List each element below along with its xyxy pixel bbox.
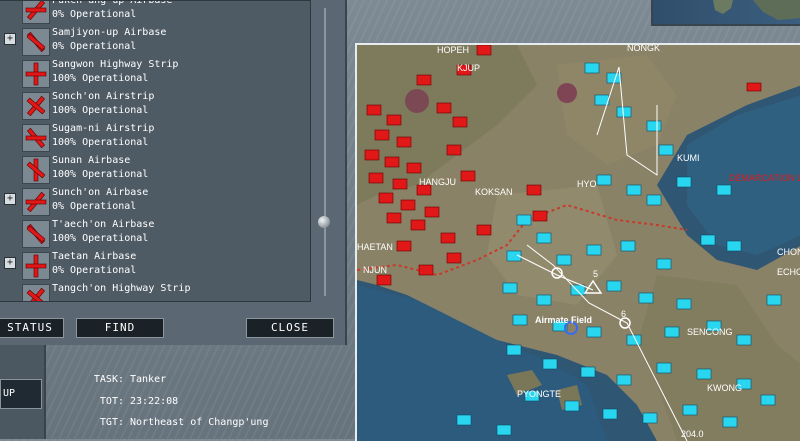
airbase-name: Sangwon Highway Strip — [52, 59, 179, 70]
city-pyongte: PYONGTE — [517, 389, 561, 399]
airbase-icon — [22, 28, 50, 56]
up-button[interactable]: UP — [0, 379, 42, 409]
city-hopeh: HOPEH — [437, 45, 469, 55]
expand-icon[interactable]: + — [4, 257, 16, 269]
airbase-name: Samjiyon-up Airbase — [52, 27, 167, 38]
airbase-icon — [22, 156, 50, 184]
tactical-map[interactable]: Airmate Field 5 6 204.0 KOKSAN HYO KUMI … — [355, 43, 800, 441]
waypoint-6: 6 — [621, 309, 626, 319]
airbase-name: T'aech'on Airbase — [52, 219, 155, 230]
airbase-status: 0% Operational — [52, 41, 137, 52]
airbase-status: 100% Operational — [52, 233, 149, 244]
tgt-label: TGT: — [99, 417, 124, 428]
list-item[interactable]: Sunan Airbase 100% Operational — [0, 153, 310, 185]
list-item[interactable]: T'aech'on Airbase 100% Operational — [0, 217, 310, 249]
city-hangju: HANGJU — [419, 177, 456, 187]
airbase-status: 0% Operational — [52, 201, 137, 212]
tot-label: TOT: — [99, 396, 124, 407]
list-item[interactable]: + Sunch'on Airbase 0% Operational — [0, 185, 310, 217]
airbase-name: Sunch'on Airbase — [52, 187, 149, 198]
minimap[interactable] — [651, 0, 800, 26]
airbase-status: 0% Operational — [52, 265, 137, 276]
airbase-status: 100% Operational — [52, 137, 149, 148]
airbase-icon — [22, 188, 50, 216]
list-item[interactable]: Sugam-ni Airstrip 100% Operational — [0, 121, 310, 153]
city-chong: CHONG — [777, 247, 800, 257]
city-kwong: KWONG — [707, 383, 742, 393]
city-echo: ECHO — [777, 267, 800, 277]
airfield-label: Airmate Field — [535, 315, 592, 325]
list-scrollbar[interactable] — [316, 0, 334, 300]
city-koksan: KOKSAN — [475, 187, 513, 197]
airbase-name: Taetan Airbase — [52, 251, 137, 262]
airbase-status: 0% Operational — [52, 9, 137, 20]
airbase-icon — [22, 284, 50, 301]
airbase-name: Sugam-ni Airstrip — [52, 123, 155, 134]
waypoint-5: 5 — [593, 269, 598, 279]
airbase-name: Tangch'on Highway Strip — [52, 283, 191, 294]
task-label: TASK: — [93, 374, 124, 385]
city-nongk: NONGK — [627, 45, 660, 53]
waypoint-readout: 204.0 — [681, 429, 704, 439]
city-njun: NJUN — [363, 265, 387, 275]
scroll-track[interactable] — [324, 8, 326, 296]
airbase-status: 100% Operational — [52, 73, 149, 84]
list-item[interactable]: Sangwon Highway Strip 100% Operational — [0, 57, 310, 89]
airbase-list-panel: Pukch'ang-up Airbase 0% Operational + Samji… — [0, 0, 347, 345]
airbase-list: Pukch'ang-up Airbase 0% Operational + Samji… — [0, 0, 311, 302]
city-haetan: HAETAN — [357, 242, 393, 252]
airbase-status: 100% Operational — [52, 169, 149, 180]
airbase-icon — [22, 60, 50, 88]
list-item[interactable]: Pukch'ang-up Airbase 0% Operational — [0, 0, 310, 25]
expand-icon[interactable]: + — [4, 33, 16, 45]
expand-icon[interactable]: + — [4, 193, 16, 205]
city-kjup: KJUP — [457, 63, 480, 73]
airbase-icon — [22, 124, 50, 152]
airbase-icon — [22, 92, 50, 120]
airbase-icon — [22, 252, 50, 280]
task-value: Tanker — [130, 374, 167, 385]
find-button[interactable]: FIND — [76, 318, 164, 338]
scroll-thumb[interactable] — [318, 216, 330, 228]
city-hyo: HYO — [577, 179, 597, 189]
airbase-status: 100% Operational — [52, 105, 149, 116]
close-button[interactable]: CLOSE — [246, 318, 334, 338]
status-button[interactable]: STATUS — [0, 318, 64, 338]
city-kumi: KUMI — [677, 153, 700, 163]
list-item[interactable]: Tangch'on Highway Strip — [0, 281, 310, 301]
airbase-name: Sunan Airbase — [52, 155, 131, 166]
airbase-icon — [22, 1, 50, 24]
tgt-value: Northeast of Changp'ung — [130, 417, 269, 428]
tot-value: 23:22:08 — [130, 396, 179, 407]
minimap-graphic — [713, 0, 800, 20]
airbase-icon — [22, 220, 50, 248]
airbase-name: Pukch'ang-up Airbase — [52, 0, 173, 6]
list-item[interactable]: + Taetan Airbase 0% Operational — [0, 249, 310, 281]
list-item[interactable]: + Samjiyon-up Airbase 0% Operational — [0, 25, 310, 57]
list-item[interactable]: Sonch'on Airstrip 100% Operational — [0, 89, 310, 121]
airbase-name: Sonch'on Airstrip — [52, 91, 155, 102]
city-sencong: SENCONG — [687, 327, 733, 337]
red-warning-label: DEMARCATION LINE — [729, 173, 800, 183]
